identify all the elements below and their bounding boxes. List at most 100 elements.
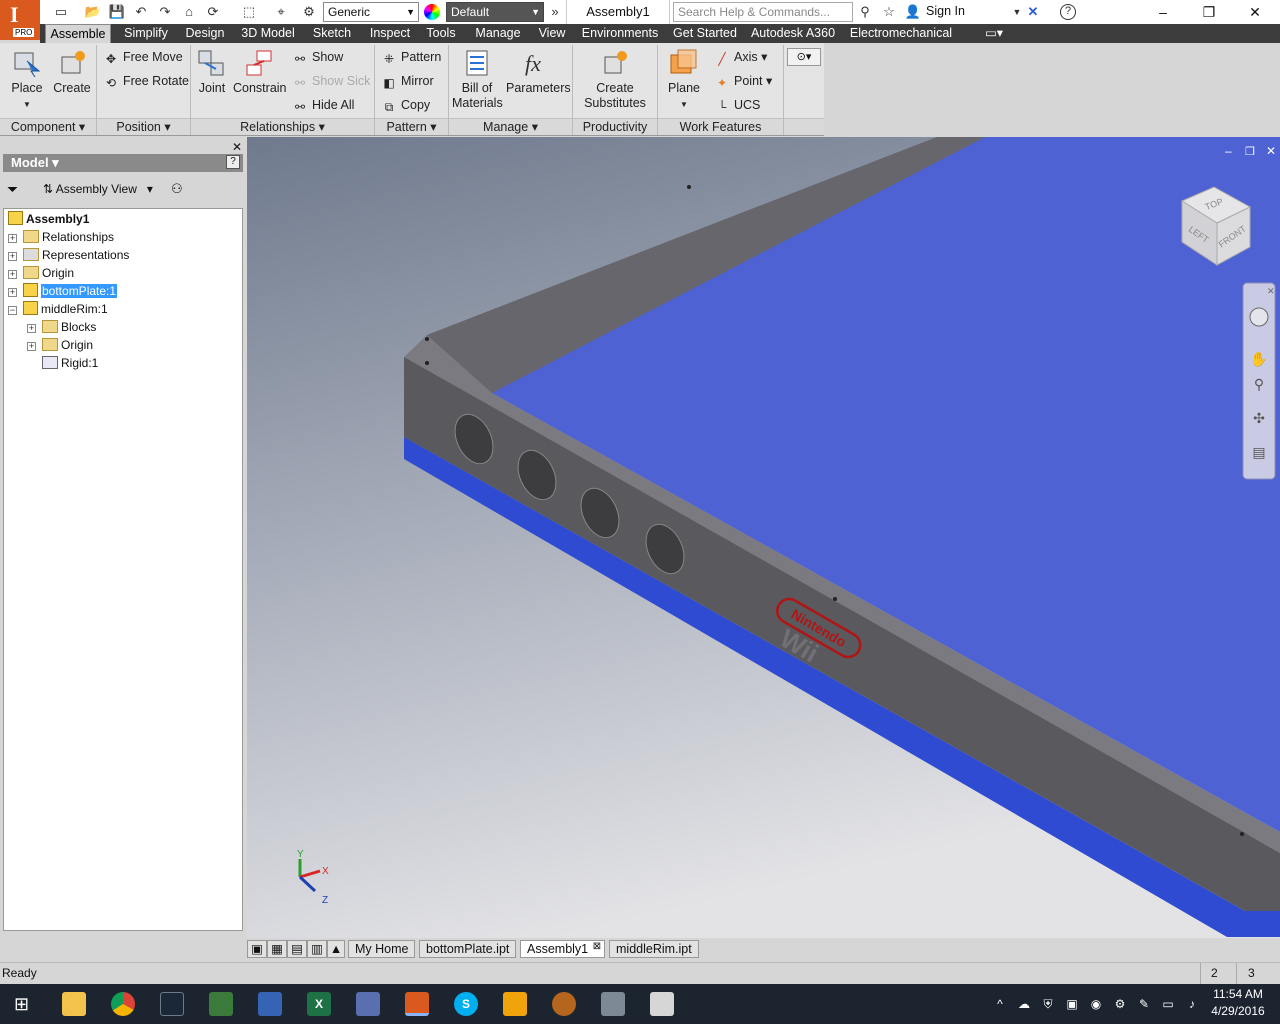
maximize-button[interactable]: ❐ [1186,0,1232,24]
skype-icon[interactable]: S [454,992,478,1016]
app-icon[interactable] [503,992,527,1016]
appearance-combo[interactable]: Default ▼ [446,2,544,22]
constrain-button[interactable]: Constrain [233,47,287,96]
minimize-button[interactable]: – [1140,0,1186,24]
pan-icon[interactable]: ✋ [1250,351,1267,367]
axis-button[interactable]: ╱ Axis ▾ [714,48,767,66]
redo-icon[interactable]: ↷ [156,4,174,20]
home-icon[interactable]: ⌂ [180,4,198,20]
color-wheel-icon[interactable] [424,4,440,20]
material-combo[interactable]: Generic ▼ [323,2,419,22]
tray-steam-icon[interactable]: ⚙ [1112,996,1128,1012]
tile-horizontal-icon[interactable]: ▤ [287,940,307,958]
assembly-view-combo[interactable]: ⇅ Assembly View ▾ [43,182,153,196]
tray-icon[interactable]: ▣ [1064,996,1080,1012]
tab-simplify[interactable]: Simplify [118,24,174,43]
expand-icon[interactable]: + [8,270,17,279]
panel-label-manage[interactable]: Manage ▾ [449,118,572,135]
overflow-icon[interactable]: » [546,4,564,20]
tree-node-relationships[interactable]: + Relationships [8,228,114,246]
tray-network-icon[interactable]: ▭ [1160,996,1176,1012]
user-icon[interactable]: 👤 [904,4,922,20]
close-browser-icon[interactable]: ✕ [232,140,242,154]
app-icon[interactable] [209,992,233,1016]
panel-label-pattern[interactable]: Pattern ▾ [375,118,448,135]
tab-tools[interactable]: Tools [422,24,460,43]
free-move-button[interactable]: ✥ Free Move [103,48,183,66]
tree-node-assembly[interactable]: Assembly1 [8,210,89,228]
tray-shield-icon[interactable]: ⛨ [1040,996,1056,1012]
chrome-icon[interactable] [111,992,135,1016]
settings-icon[interactable]: ⚙ [300,4,318,20]
search-input[interactable]: Search Help & Commands... [673,2,853,22]
browser-title[interactable]: Model ▾ [3,154,243,172]
taskbar-clock[interactable]: 11:54 AM 4/29/2016 [1206,986,1270,1022]
nav-close-icon[interactable]: ✕ [1267,286,1275,296]
new-file-icon[interactable]: ▭ [52,4,70,20]
expand-icon[interactable]: + [8,252,17,261]
calculator-icon[interactable] [650,992,674,1016]
panel-label-position[interactable]: Position ▾ [97,118,190,135]
plane-button[interactable]: Plane ▼ [664,47,704,112]
tab-assemble[interactable]: Assemble [45,24,111,43]
create-substitutes-button[interactable]: Create Substitutes [580,47,650,111]
free-rotate-button[interactable]: ⟲ Free Rotate [103,72,189,90]
star-icon[interactable]: ☆ [880,4,898,20]
tree-node-origin-child[interactable]: + Origin [27,336,93,354]
joint-button[interactable]: Joint [194,47,230,96]
doc-tab-bottomplate[interactable]: bottomPlate.ipt [419,940,517,958]
tab-inspect[interactable]: Inspect [362,24,418,43]
steam-icon[interactable] [160,992,184,1016]
tab-autodesk-a360[interactable]: Autodesk A360 [750,24,836,43]
show-sick-button[interactable]: ⚯ Show Sick [292,72,370,90]
network-app-icon[interactable] [258,992,282,1016]
ucs-button[interactable]: └ UCS [714,96,761,114]
update-icon[interactable]: ⟳ [204,4,222,20]
open-folder-icon[interactable]: 📂 [84,4,102,20]
excel-icon[interactable]: X [307,992,331,1016]
tree-node-blocks[interactable]: + Blocks [27,318,96,336]
tile-vertical-icon[interactable]: ▥ [307,940,327,958]
tree-node-bottomplate[interactable]: + bottomPlate:1 [8,282,118,300]
windows-start-icon[interactable]: ⊞ [14,994,34,1014]
tree-node-rigid[interactable]: Rigid:1 [42,354,98,372]
tab-view[interactable]: View [534,24,570,43]
tab-environments[interactable]: Environments [580,24,660,43]
doc-tab-assembly1[interactable]: Assembly1 ⊠ [520,940,606,958]
expand-icon[interactable]: + [27,324,36,333]
measure-icon[interactable]: ⌖ [272,4,290,20]
panel-label-relationships[interactable]: Relationships ▾ [191,118,374,135]
hide-all-button[interactable]: ⚯ Hide All [292,96,354,114]
tray-volume-icon[interactable]: ♪ [1184,996,1200,1012]
tile-windows-icon[interactable]: ▦ [267,940,287,958]
viewport-restore-icon[interactable]: ❐ [1245,146,1255,158]
sign-in-link[interactable]: Sign In [926,4,965,18]
tab-design[interactable]: Design [180,24,230,43]
doc-tab-middlerim[interactable]: middleRim.ipt [609,940,699,958]
expand-icon[interactable]: + [27,342,36,351]
panel-label-component[interactable]: Component ▾ [0,118,96,135]
paint-icon[interactable] [601,992,625,1016]
tab-manage[interactable]: Manage [470,24,526,43]
bill-of-materials-button[interactable]: Bill of Materials [452,47,503,111]
tree-node-origin[interactable]: + Origin [8,264,74,282]
tray-chevron-up-icon[interactable]: ^ [992,996,1008,1012]
copy-button[interactable]: ⧉ Copy [381,96,430,114]
pattern-button[interactable]: ⁜ Pattern [381,48,441,66]
tray-icon[interactable]: ☁ [1016,996,1032,1012]
tab-3d-model[interactable]: 3D Model [236,24,300,43]
cascade-windows-icon[interactable]: ▣ [247,940,267,958]
tab-list-icon[interactable]: ▲ [327,940,345,958]
inventor-taskbar-icon[interactable] [405,992,429,1016]
create-button[interactable]: Create [52,47,92,96]
viewport-close-icon[interactable]: ✕ [1266,144,1276,158]
exchange-icon[interactable]: ✕ [1024,4,1042,20]
tree-node-representations[interactable]: + Representations [8,246,129,264]
select-icon[interactable]: ⬚ [240,4,258,20]
monitor-app-icon[interactable] [356,992,380,1016]
save-icon[interactable]: 💾 [108,4,126,20]
help-icon[interactable]: ? [1060,4,1076,20]
orbit-icon[interactable]: ✣ [1253,410,1265,426]
point-button[interactable]: ✦ Point ▾ [714,72,772,90]
tray-icon[interactable]: ✎ [1136,996,1152,1012]
